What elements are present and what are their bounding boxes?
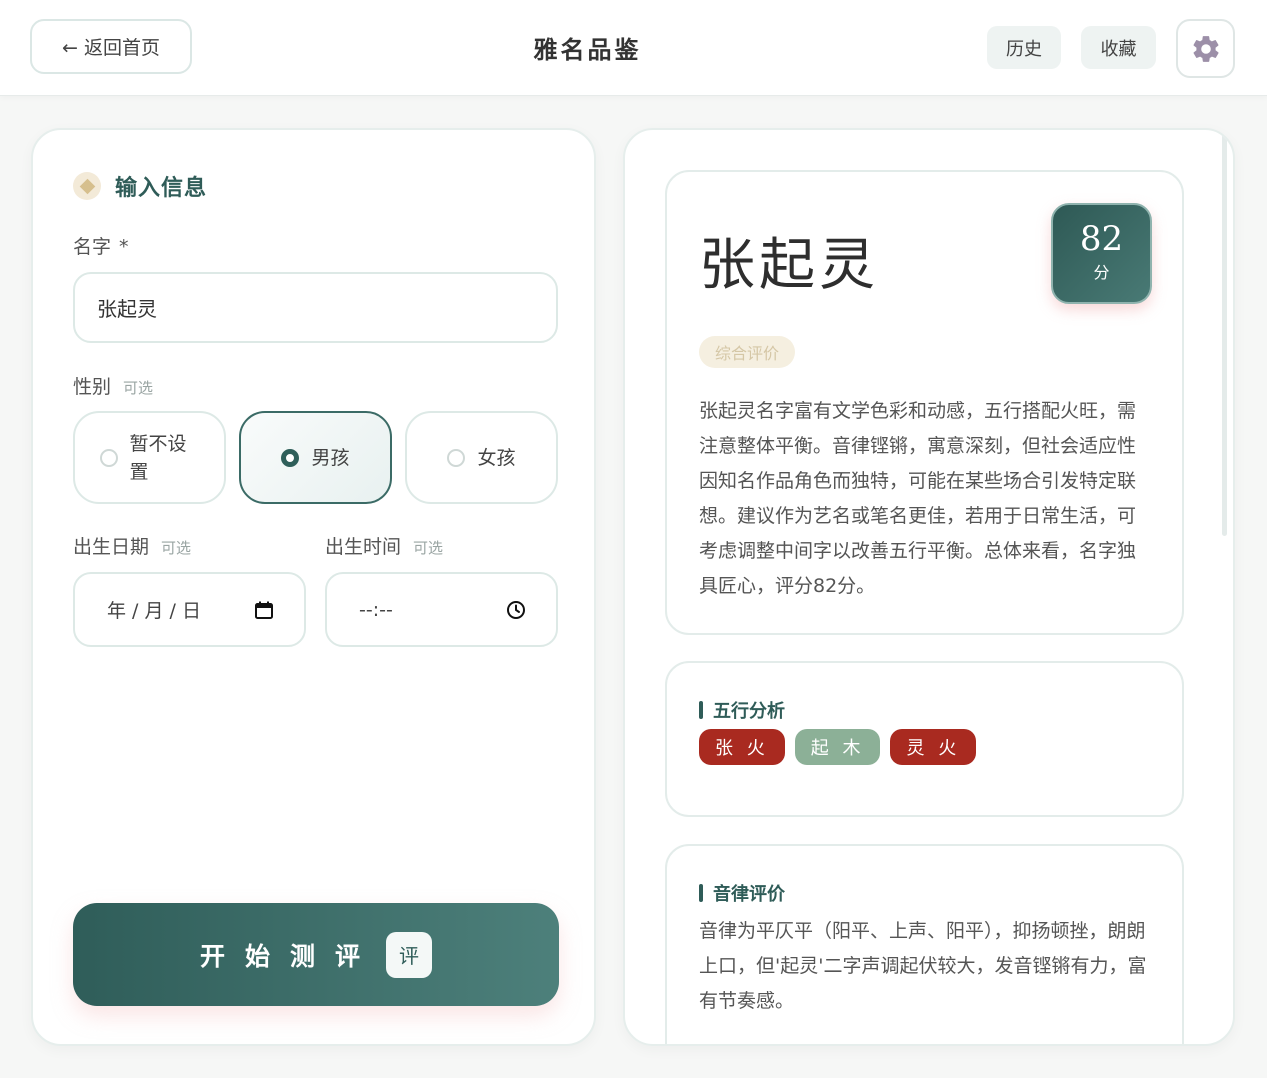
calendar-icon[interactable] [254,600,274,620]
input-panel: 输入信息 名字 * 张起灵 性别 可选 暂不设置 男孩 女孩 出生日期 可选 出生时间… [31,128,596,1046]
overall-tag: 综合评价 [699,336,796,368]
wuxing-tags: 张 火 起 木 灵 火 [699,729,986,765]
birth-date-label: 出生日期 可选 [73,536,192,558]
wuxing-tag: 灵 火 [890,729,977,765]
gender-option-girl[interactable]: 女孩 [405,411,558,504]
radio-icon [99,448,118,467]
yinlv-description: 音律为平仄平（阳平、上声、阳平），抑扬顿挫，朗朗上口，但'起灵'二字声调起伏较大… [699,920,1147,1012]
birth-time-label: 出生时间 可选 [325,536,444,558]
radio-icon [447,448,466,467]
overall-description: 张起灵名字富有文学色彩和动感，五行搭配火旺，需注意整体平衡。音律铿锵，寓意深刻，… [699,400,1137,597]
clock-icon[interactable] [506,600,526,620]
input-section-header: 输入信息 [73,170,207,202]
history-button[interactable]: 历史 [987,26,1061,69]
wuxing-card: 五行分析 张 火 起 木 灵 火 [665,661,1184,817]
gender-label: 性别 可选 [73,376,154,398]
input-section-title: 输入信息 [115,176,208,201]
score-badge: 82 分 [1051,203,1152,304]
evaluate-badge-icon: 评 [386,931,432,978]
wuxing-title: 五行分析 [699,697,785,723]
name-input[interactable]: 张起灵 [73,272,558,343]
overall-result-card: 张起灵 82 分 综合评价 张起灵名字富有文学色彩和动感，五行搭配火旺，需注意整… [665,170,1184,635]
scrollbar[interactable] [1222,134,1227,536]
yinlv-card: 音律评价 音律为平仄平（阳平、上声、阳平），抑扬顿挫，朗朗上口，但'起灵'二字声… [665,844,1184,1044]
gender-option-boy[interactable]: 男孩 [239,411,392,504]
settings-button[interactable] [1176,19,1235,78]
birth-date-input[interactable]: 年 / 月 / 日 [73,572,306,647]
start-evaluation-button[interactable]: 开始测评 评 [73,903,559,1006]
radio-checked-icon [281,448,300,467]
gear-icon [1193,35,1219,62]
favorite-button[interactable]: 收藏 [1081,26,1156,69]
top-bar: ← 返回首页 雅名品鉴 历史 收藏 [0,0,1267,96]
diamond-icon [73,172,101,200]
name-label: 名字 * [73,236,129,258]
gender-option-unset[interactable]: 暂不设置 [73,411,226,504]
wuxing-tag: 张 火 [699,729,785,765]
yinlv-title: 音律评价 [699,880,785,906]
birth-time-input[interactable]: --:-- [325,572,558,647]
result-name: 张起灵 [699,233,879,298]
result-panel[interactable]: 张起灵 82 分 综合评价 张起灵名字富有文学色彩和动感，五行搭配火旺，需注意整… [623,128,1235,1046]
wuxing-tag: 起 木 [794,729,881,765]
